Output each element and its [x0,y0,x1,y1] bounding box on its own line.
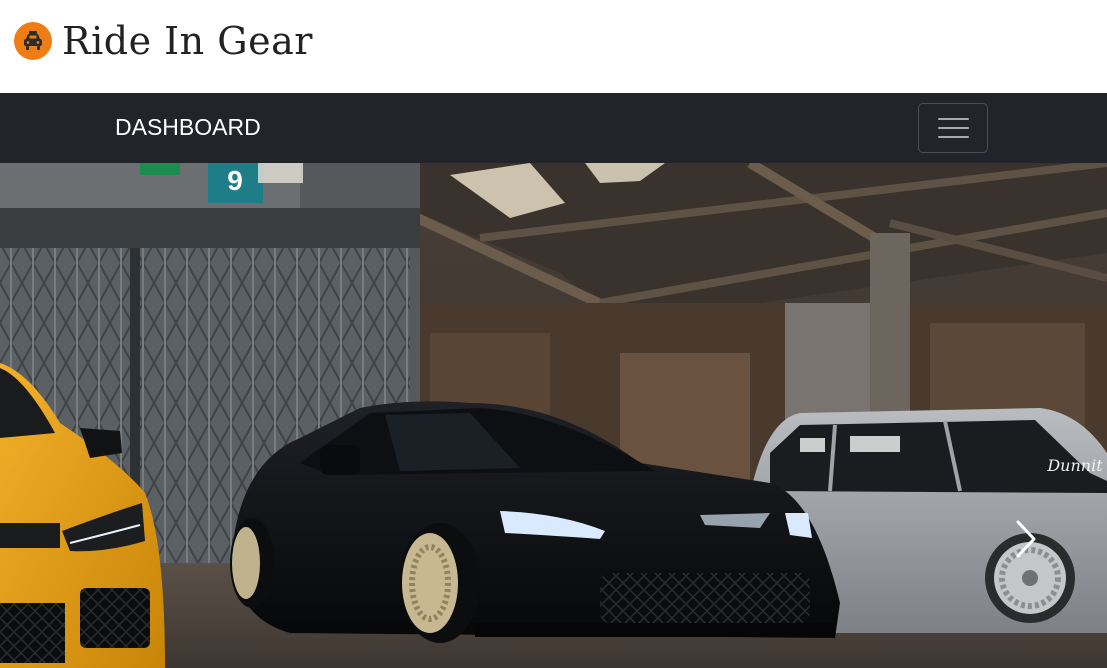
site-header: Ride In Gear [0,0,1107,93]
windshield-decal: Dunnit [1046,456,1103,475]
hamburger-menu-icon [937,118,969,120]
hero-carousel: 9 Dunnit [0,163,1107,668]
hero-image: 9 Dunnit [0,163,1107,668]
brand-title: Ride In Gear [62,19,313,63]
chevron-right-icon [1016,520,1036,558]
main-navbar: DASHBOARD [0,93,1107,163]
brand-link[interactable]: Ride In Gear [14,22,313,60]
bay-number: 9 [227,165,243,196]
carousel-next-button[interactable] [1003,516,1049,562]
nav-link-dashboard[interactable]: DASHBOARD [115,114,261,141]
car-icon [14,22,52,60]
navbar-toggler-button[interactable] [918,103,988,153]
